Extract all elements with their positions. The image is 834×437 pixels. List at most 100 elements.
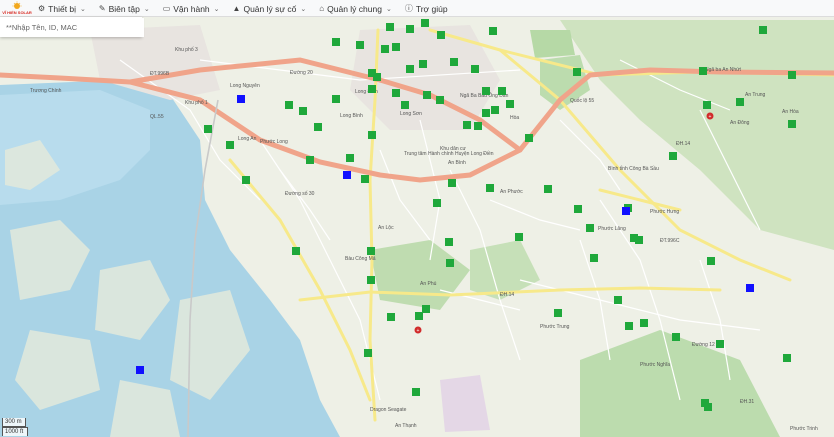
device-marker-online[interactable] (544, 185, 552, 193)
device-marker-online[interactable] (422, 305, 430, 313)
svg-text:+: + (417, 328, 420, 334)
device-marker-online[interactable] (506, 100, 514, 108)
device-marker-online[interactable] (299, 107, 307, 115)
device-marker-online[interactable] (699, 67, 707, 75)
device-marker-online[interactable] (437, 31, 445, 39)
device-marker-offline[interactable] (136, 366, 144, 374)
device-marker-online[interactable] (625, 322, 633, 330)
menu-quan-ly-su-co[interactable]: ▲ Quản lý sự cố ⌄ (233, 4, 307, 14)
device-marker-online[interactable] (669, 152, 677, 160)
menu-tro-giup[interactable]: ⓘ Trợ giúp (405, 3, 448, 14)
device-marker-online[interactable] (381, 45, 389, 53)
device-marker-online[interactable] (783, 354, 791, 362)
device-marker-online[interactable] (482, 87, 490, 95)
device-marker-online[interactable] (614, 296, 622, 304)
brand-logo[interactable]: VĨ HIỂN SOLAR (2, 1, 32, 16)
device-marker-online[interactable] (406, 25, 414, 33)
device-marker-online[interactable] (574, 205, 582, 213)
device-marker-online[interactable] (433, 199, 441, 207)
device-marker-online[interactable] (450, 58, 458, 66)
device-marker-online[interactable] (640, 319, 648, 327)
device-marker-online[interactable] (474, 122, 482, 130)
device-marker-online[interactable] (635, 236, 643, 244)
device-marker-online[interactable] (573, 68, 581, 76)
map-place-label: Long An (238, 136, 257, 142)
chevron-down-icon: ⌄ (385, 5, 392, 13)
device-marker-offline[interactable] (237, 95, 245, 103)
map-canvas[interactable]: + + Khu phố 3 Đường 20 Long Nguyên ĐT.996B T… (0, 17, 834, 437)
device-marker-offline[interactable] (343, 171, 351, 179)
device-marker-online[interactable] (392, 89, 400, 97)
device-marker-online[interactable] (489, 27, 497, 35)
device-marker-online[interactable] (412, 388, 420, 396)
menu-van-hanh[interactable]: ▭ Vận hành ⌄ (163, 4, 220, 14)
menu-bien-tap[interactable]: ✎ Biên tập ⌄ (99, 4, 150, 14)
device-marker-online[interactable] (736, 98, 744, 106)
device-marker-online[interactable] (356, 41, 364, 49)
device-marker-online[interactable] (703, 101, 711, 109)
map-place-label: Đường 12 (692, 342, 715, 348)
device-marker-online[interactable] (226, 141, 234, 149)
menu-label: Vận hành (173, 3, 210, 14)
device-marker-online[interactable] (292, 247, 300, 255)
building-icon: ⌂ (319, 4, 325, 13)
menu-label: Biên tập (108, 3, 140, 14)
device-marker-online[interactable] (242, 176, 250, 184)
map-view[interactable]: + + Khu phố 3 Đường 20 Long Nguyên ĐT.996B T… (0, 17, 834, 437)
map-place-label: Long Nguyên (230, 83, 260, 89)
device-marker-online[interactable] (491, 106, 499, 114)
map-place-label: Bàu Công Mả (345, 256, 376, 262)
device-marker-online[interactable] (463, 121, 471, 129)
device-marker-online[interactable] (707, 257, 715, 265)
device-marker-online[interactable] (445, 238, 453, 246)
device-marker-online[interactable] (364, 349, 372, 357)
device-marker-online[interactable] (368, 131, 376, 139)
menu-thiet-bi[interactable]: ⚙ Thiết bị ⌄ (38, 4, 86, 14)
device-marker-online[interactable] (332, 38, 340, 46)
device-marker-online[interactable] (421, 19, 429, 27)
device-marker-online[interactable] (448, 179, 456, 187)
device-marker-online[interactable] (482, 109, 490, 117)
device-marker-online[interactable] (515, 233, 523, 241)
menu-quan-ly-chung[interactable]: ⌂ Quản lý chung ⌄ (319, 4, 392, 14)
device-marker-online[interactable] (704, 403, 712, 411)
device-marker-online[interactable] (332, 95, 340, 103)
device-marker-online[interactable] (586, 224, 594, 232)
device-marker-online[interactable] (415, 312, 423, 320)
device-marker-offline[interactable] (622, 207, 630, 215)
device-marker-online[interactable] (419, 60, 427, 68)
device-marker-online[interactable] (554, 309, 562, 317)
device-marker-online[interactable] (436, 96, 444, 104)
device-marker-online[interactable] (716, 340, 724, 348)
device-marker-online[interactable] (788, 120, 796, 128)
device-marker-online[interactable] (361, 175, 369, 183)
map-place-label: Phước Long (260, 139, 288, 145)
device-marker-online[interactable] (498, 87, 506, 95)
map-place-label: ĐT.996C (660, 238, 680, 244)
device-marker-online[interactable] (423, 91, 431, 99)
device-marker-online[interactable] (314, 123, 322, 131)
device-marker-online[interactable] (525, 134, 533, 142)
device-marker-online[interactable] (373, 73, 381, 81)
search-input[interactable] (0, 17, 144, 37)
device-marker-online[interactable] (401, 101, 409, 109)
device-marker-online[interactable] (486, 184, 494, 192)
device-marker-online[interactable] (446, 259, 454, 267)
device-marker-online[interactable] (346, 154, 354, 162)
device-marker-online[interactable] (392, 43, 400, 51)
device-marker-online[interactable] (672, 333, 680, 341)
device-marker-offline[interactable] (746, 284, 754, 292)
device-marker-online[interactable] (367, 247, 375, 255)
device-marker-online[interactable] (387, 313, 395, 321)
device-marker-online[interactable] (590, 254, 598, 262)
device-marker-online[interactable] (368, 85, 376, 93)
device-marker-online[interactable] (406, 65, 414, 73)
device-marker-online[interactable] (367, 276, 375, 284)
device-marker-online[interactable] (306, 156, 314, 164)
device-marker-online[interactable] (285, 101, 293, 109)
device-marker-online[interactable] (204, 125, 212, 133)
device-marker-online[interactable] (471, 65, 479, 73)
device-marker-online[interactable] (759, 26, 767, 34)
device-marker-online[interactable] (386, 23, 394, 31)
device-marker-online[interactable] (788, 71, 796, 79)
